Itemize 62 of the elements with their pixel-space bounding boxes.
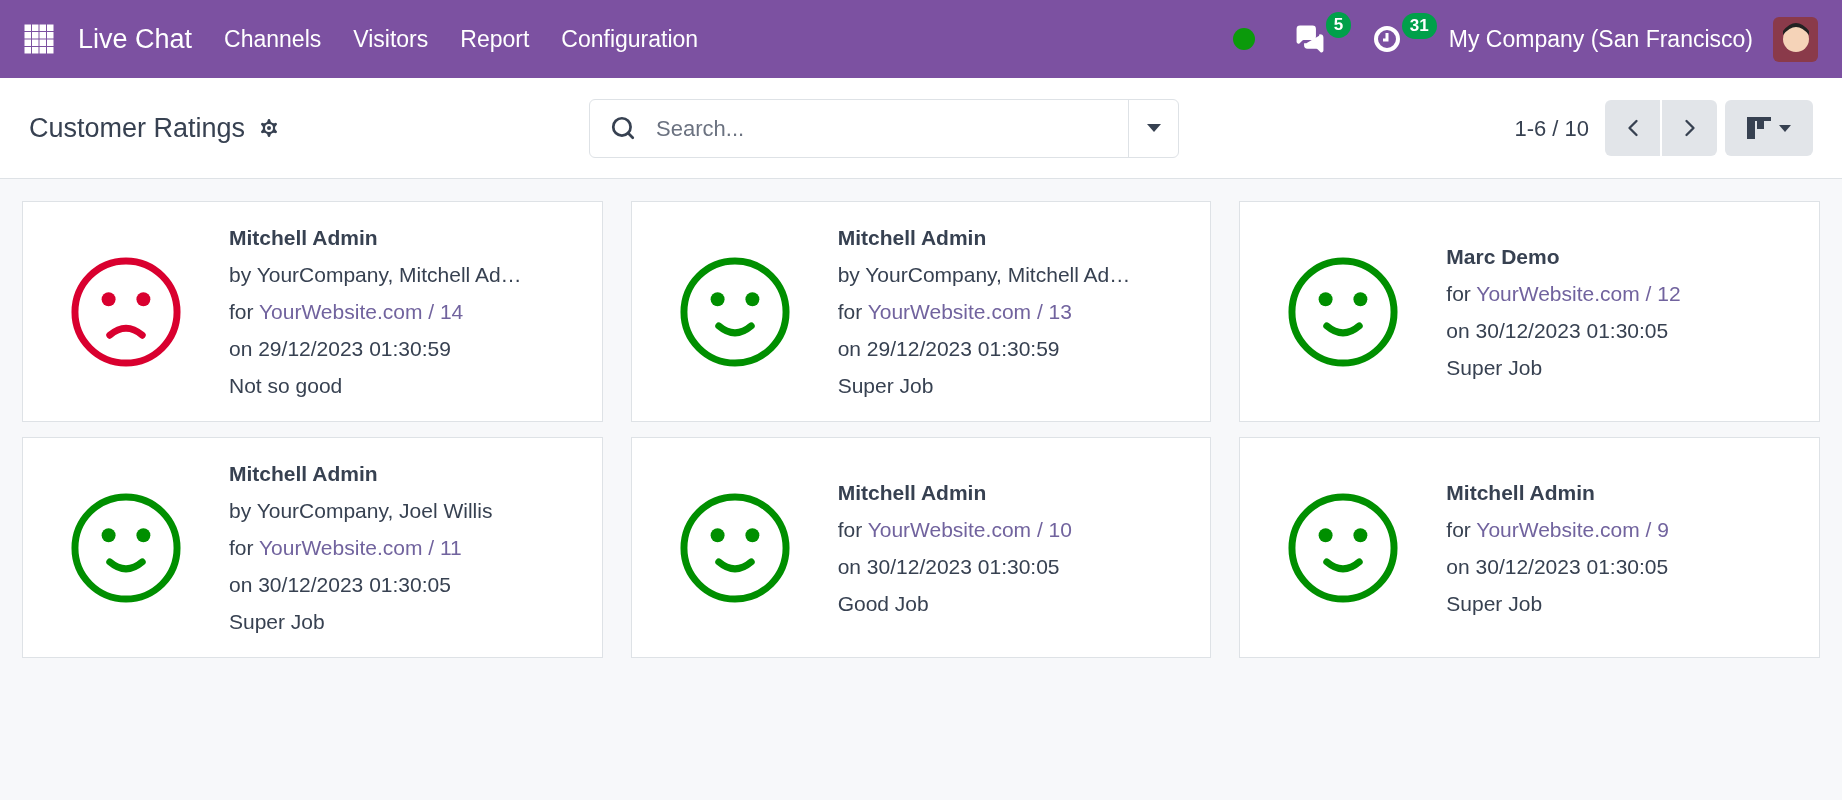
feedback-text: Super Job: [837, 373, 935, 399]
rating-card[interactable]: Mitchell Admin for YourWebsite.com / 9 on 30/12/2023 01:30:05 Super Job: [1239, 437, 1820, 658]
menu-item[interactable]: Channels: [224, 21, 322, 57]
app-name[interactable]: Live Chat: [78, 18, 193, 60]
website-link[interactable]: YourWebsite.com / 12: [1476, 281, 1681, 305]
activities-button[interactable]: [1372, 25, 1401, 53]
rating-card[interactable]: Mitchell Admin by YourCompany, Joel Willis for YourWebsite.com / 11 on 30/12/2023 01:30:05 Super Job: [22, 437, 603, 658]
customer-name: Mitchell Admin: [837, 225, 988, 251]
pager-value: 1-6 / 10: [1514, 114, 1589, 143]
rating-date: on 29/12/2023 01:30:59: [837, 336, 1061, 362]
message-count: 5: [1325, 12, 1352, 38]
customer-name: Mitchell Admin: [229, 461, 379, 487]
rated-for-text: for YourWebsite.com / 10: [837, 516, 1072, 543]
rating-card[interactable]: Mitchell Admin by YourCompany, Mitchell Ad… for YourWebsite.com / 13 on 29/12/2023 01:30:59 Super Job: [630, 201, 1212, 422]
rating-card[interactable]: Mitchell Admin for YourWebsite.com / 10 on 30/12/2023 01:30:05 Good Job: [630, 437, 1212, 658]
website-link[interactable]: YourWebsite.com / 14: [259, 300, 464, 323]
feedback-text: Super Job: [229, 609, 326, 635]
caret-icon: [1146, 124, 1161, 132]
search-bar[interactable]: Search...: [589, 98, 1180, 158]
rating-date: on 30/12/2023 01:30:05: [1446, 317, 1670, 344]
search-icon: [610, 115, 637, 141]
search-field[interactable]: Search...: [656, 111, 1129, 145]
page-title: Customer Ratings: [29, 111, 246, 145]
rating-date: on 30/12/2023 01:30:05: [229, 572, 452, 598]
menu-item[interactable]: Report: [460, 21, 530, 57]
rated-for-text: for YourWebsite.com / 14: [229, 299, 465, 325]
company-switcher[interactable]: My Company (San Francisco): [1448, 21, 1753, 57]
rated-by-text: by YourCompany, Mitchell Ad…: [837, 262, 1131, 288]
rated-for-text: for YourWebsite.com / 11: [229, 535, 463, 561]
website-link[interactable]: YourWebsite.com / 11: [259, 536, 462, 559]
rated-for-text: for YourWebsite.com / 13: [837, 299, 1073, 325]
website-link[interactable]: YourWebsite.com / 13: [867, 300, 1072, 323]
clock-icon: [1372, 25, 1401, 53]
rated-for-text: for YourWebsite.com / 9: [1446, 516, 1669, 543]
feedback-text: Good Job: [837, 590, 930, 617]
menu-item[interactable]: Visitors: [353, 21, 429, 57]
customer-name: Mitchell Admin: [229, 225, 379, 251]
apps-grid-icon[interactable]: [24, 24, 54, 54]
activity-count: 31: [1401, 13, 1437, 39]
messages-button[interactable]: [1294, 24, 1325, 54]
menu-item[interactable]: Configuration: [561, 21, 699, 57]
rated-by-text: by YourCompany, Mitchell Ad…: [229, 262, 522, 288]
customer-name: Mitchell Admin: [837, 479, 988, 506]
rating-date: on 29/12/2023 01:30:59: [229, 336, 452, 362]
view-switcher-button[interactable]: [1725, 100, 1813, 156]
user-avatar[interactable]: [1773, 16, 1818, 62]
rating-date: on 30/12/2023 01:30:05: [1446, 553, 1669, 580]
kanban-icon: [1747, 117, 1771, 139]
customer-name: Mitchell Admin: [1446, 479, 1596, 506]
rated-by-text: by YourCompany, Joel Willis: [229, 498, 493, 524]
customer-name: Marc Demo: [1446, 243, 1561, 270]
rating-date: on 30/12/2023 01:30:05: [837, 553, 1061, 580]
feedback-text: Super Job: [1446, 354, 1544, 381]
website-link[interactable]: YourWebsite.com / 10: [867, 517, 1072, 541]
rated-for-text: for YourWebsite.com / 12: [1446, 280, 1681, 307]
feedback-text: Super Job: [1446, 590, 1544, 617]
caret-icon: [1779, 124, 1791, 132]
rating-card[interactable]: Marc Demo for YourWebsite.com / 12 on 30/12/2023 01:30:05 Super Job: [1239, 201, 1820, 422]
rating-card[interactable]: Mitchell Admin by YourCompany, Mitchell Ad… for YourWebsite.com / 14 on 29/12/2023 01:30:59 Not so good: [22, 201, 603, 422]
chat-bubbles-icon: [1294, 24, 1325, 54]
feedback-text: Not so good: [229, 373, 344, 399]
website-link[interactable]: YourWebsite.com / 9: [1476, 517, 1669, 541]
